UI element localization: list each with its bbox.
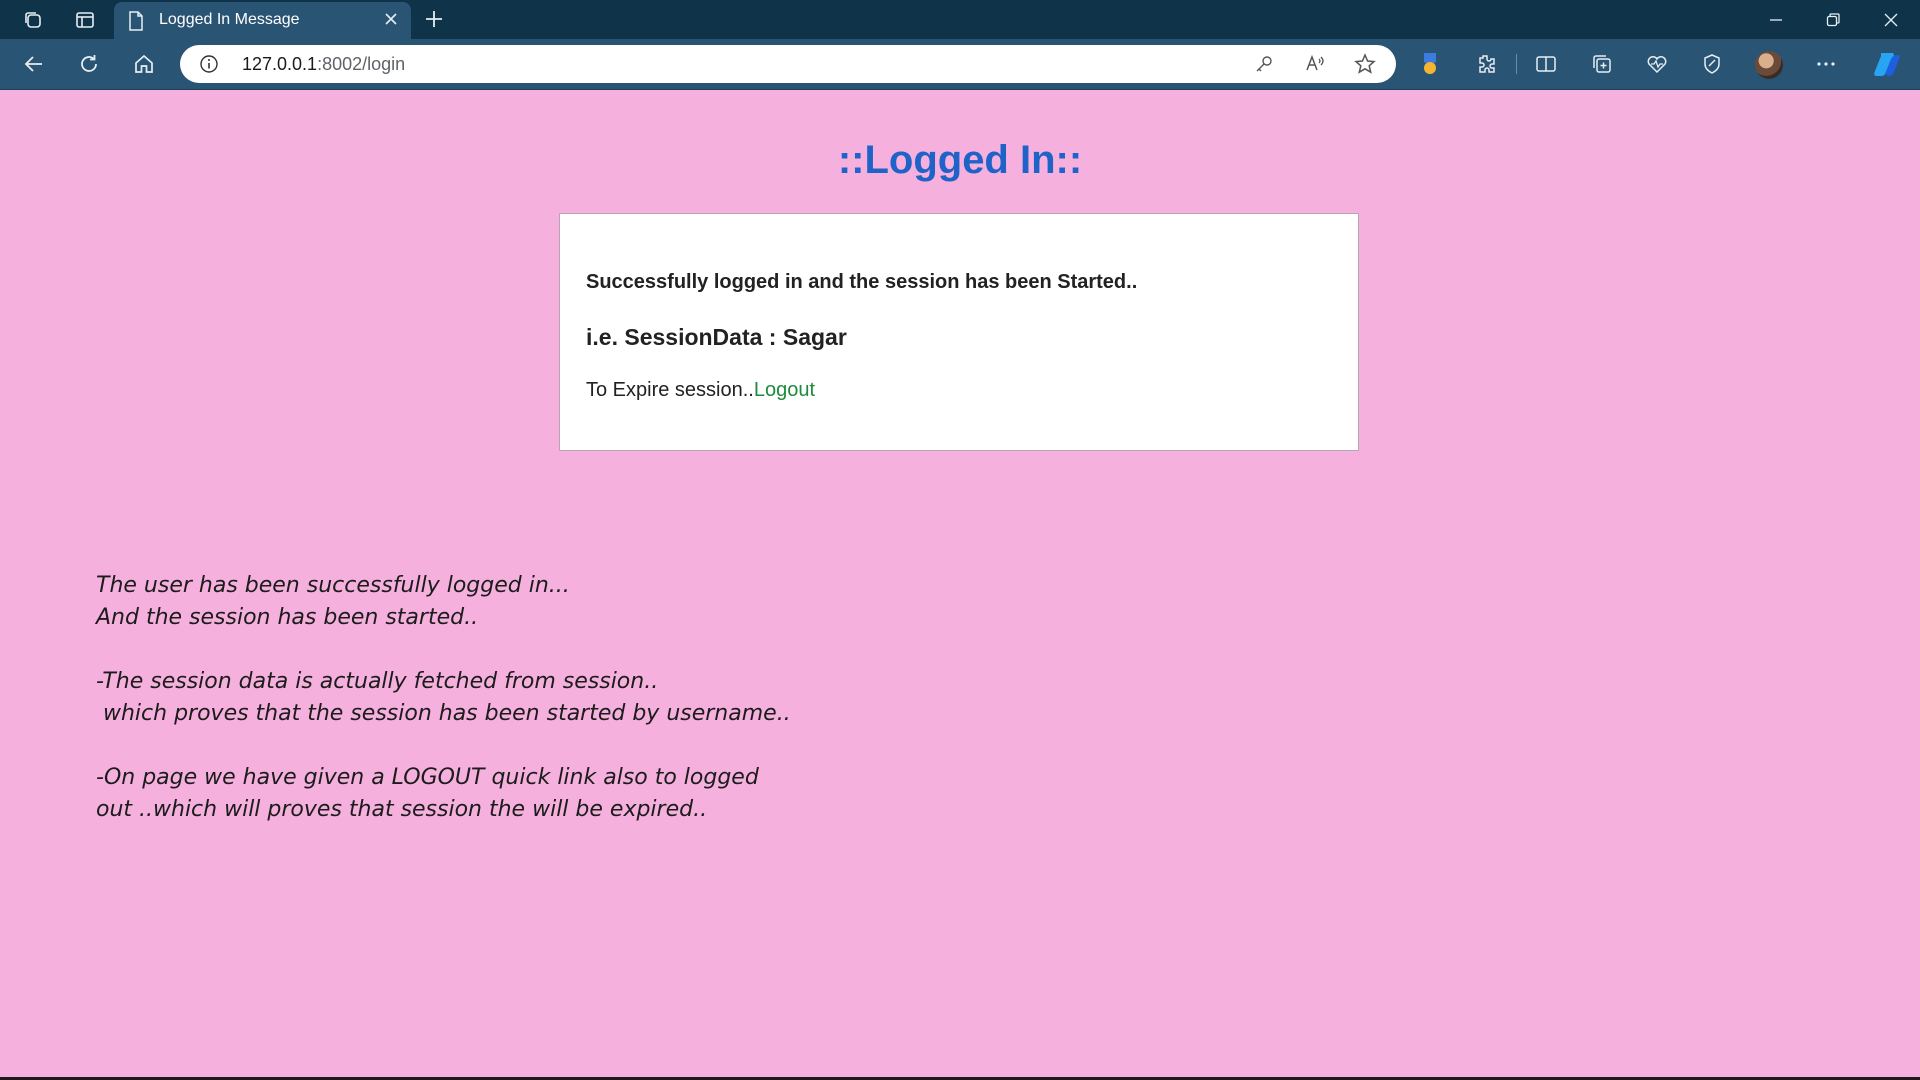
browser-toolbar: 127.0.0.1:8002/login	[0, 39, 1920, 90]
success-message: Successfully logged in and the session h…	[586, 271, 1138, 293]
note-line: which proves that the session has been s…	[96, 701, 791, 726]
workspaces-icon[interactable]	[20, 7, 46, 33]
home-icon[interactable]	[130, 50, 158, 78]
note-line: ​	[96, 730, 791, 762]
read-aloud-icon[interactable]	[1304, 53, 1326, 75]
split-screen-icon[interactable]	[1533, 51, 1559, 77]
explanation-notes: The user has been successfully logged in…	[96, 570, 791, 826]
copilot-icon[interactable]	[1871, 48, 1903, 80]
extensions-icon[interactable]	[1473, 51, 1499, 77]
tab-strip: Logged In Message	[0, 0, 1920, 39]
logout-link[interactable]: Logout	[754, 379, 815, 401]
tab-actions-icon[interactable]	[72, 7, 98, 33]
close-window-icon[interactable]	[1863, 0, 1919, 39]
url-text[interactable]: 127.0.0.1:8002/login	[242, 54, 405, 75]
site-info-icon[interactable]	[199, 54, 219, 79]
rewards-badge-icon[interactable]	[1417, 51, 1443, 77]
expire-prefix: To Expire session..	[586, 379, 754, 401]
tab-title: Logged In Message	[159, 11, 300, 28]
refresh-icon[interactable]	[75, 50, 103, 78]
toolbar-separator	[1516, 54, 1517, 74]
page-heading: ::Logged In::	[837, 138, 1083, 182]
note-line: -On page we have given a LOGOUT quick li…	[96, 765, 759, 790]
address-bar[interactable]: 127.0.0.1:8002/login	[180, 45, 1396, 83]
password-key-icon[interactable]	[1253, 53, 1275, 75]
note-line: And the session has been started..	[96, 605, 479, 630]
close-tab-icon[interactable]	[384, 12, 398, 31]
favorite-star-icon[interactable]	[1354, 53, 1376, 75]
expire-session-line: To Expire session..Logout	[586, 379, 815, 402]
browser-essentials-icon[interactable]	[1644, 51, 1670, 77]
session-data-text: i.e. SessionData : Sagar	[586, 324, 847, 350]
new-tab-icon[interactable]	[422, 7, 446, 36]
profile-avatar[interactable]	[1755, 51, 1783, 79]
copilot-compose-icon[interactable]	[1699, 51, 1725, 77]
note-line: out ..which will proves that session the…	[96, 797, 708, 822]
page-icon	[128, 11, 144, 36]
note-line: The user has been successfully logged in…	[96, 573, 570, 598]
restore-icon[interactable]	[1805, 0, 1861, 39]
more-options-icon[interactable]	[1813, 51, 1839, 77]
minimize-icon[interactable]	[1748, 0, 1804, 39]
note-line: -The session data is actually fetched fr…	[96, 669, 659, 694]
session-card: Successfully logged in and the session h…	[559, 213, 1359, 451]
collections-icon[interactable]	[1589, 51, 1615, 77]
tab-logged-in-message[interactable]: Logged In Message	[114, 2, 411, 39]
back-icon[interactable]	[20, 50, 48, 78]
note-line: ​	[96, 634, 791, 666]
